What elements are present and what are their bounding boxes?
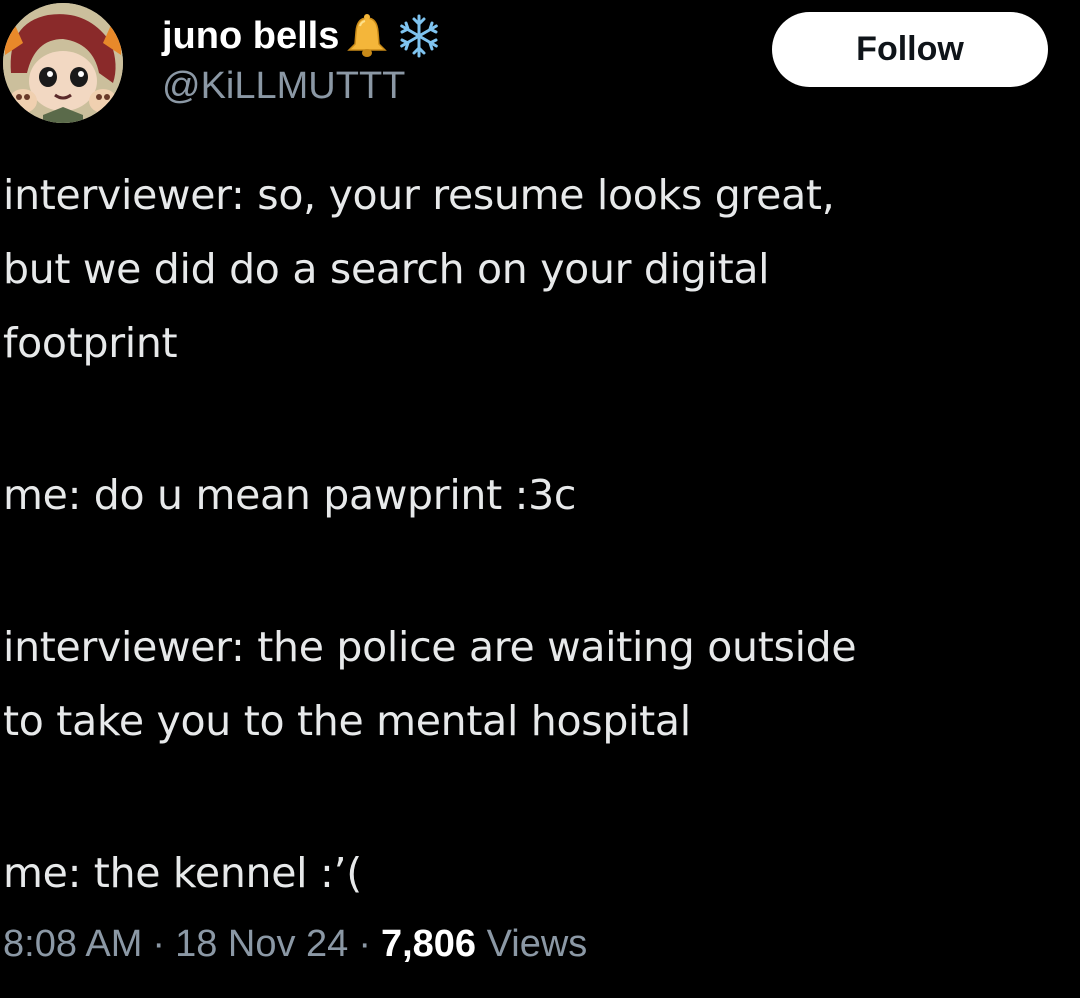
author-display-name[interactable]: juno bells: [162, 10, 339, 62]
avatar-illustration: [3, 3, 123, 123]
author-block: juno bells @KiLLMUTTT: [162, 10, 443, 108]
meta-separator: ·: [152, 923, 166, 965]
tweet-time[interactable]: 8:08 AM: [3, 923, 142, 965]
tweet-date[interactable]: 18 Nov 24: [175, 923, 348, 965]
meta-separator: ·: [358, 923, 371, 965]
avatar[interactable]: [3, 3, 123, 123]
bell-icon: [343, 12, 391, 60]
tweet-line: interviewer: so, your resume looks great…: [3, 171, 835, 219]
author-name-row[interactable]: juno bells: [162, 10, 443, 62]
tweet-meta: 8:08 AM · 18 Nov 24 · 7,806 Views: [3, 914, 587, 974]
follow-button[interactable]: Follow: [772, 12, 1048, 87]
tweet-line: me: the kennel :’(: [3, 849, 362, 897]
tweet-line: but we did do a search on your digital: [3, 245, 770, 293]
tweet-text: interviewer: so, your resume looks great…: [3, 158, 1078, 910]
views-count: 7,806: [380, 923, 477, 965]
snowflake-icon: [395, 12, 443, 60]
tweet-line: footprint: [3, 319, 178, 367]
tweet-line: to take you to the mental hospital: [3, 697, 691, 745]
views-label: Views: [486, 923, 588, 965]
author-handle[interactable]: @KiLLMUTTT: [162, 64, 443, 108]
tweet-line: me: do u mean pawprint :3c: [3, 471, 577, 519]
tweet-header: juno bells @KiLLMUTTT Follow: [0, 0, 1080, 140]
tweet-line: interviewer: the police are waiting outs…: [3, 623, 857, 671]
